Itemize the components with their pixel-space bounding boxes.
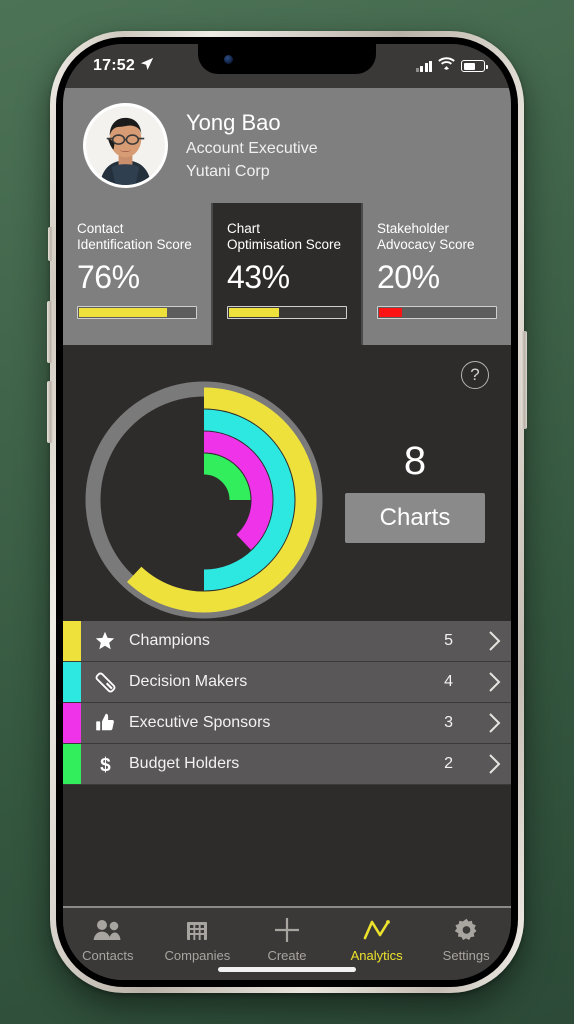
score-card-title-line1: Chart bbox=[227, 221, 261, 236]
list-item-count: 5 bbox=[444, 632, 453, 649]
line-chart-icon bbox=[363, 917, 391, 943]
row-color-swatch bbox=[63, 703, 81, 743]
volume-up-button[interactable] bbox=[47, 301, 53, 363]
score-card-title-line1: Stakeholder bbox=[377, 221, 450, 236]
help-icon[interactable]: ? bbox=[461, 361, 489, 389]
list-item-count: 3 bbox=[444, 714, 453, 731]
tab-label: Companies bbox=[164, 948, 231, 963]
chart-count-block: 8 Charts bbox=[345, 441, 485, 543]
score-card-title: Stakeholder Advocacy Score bbox=[377, 221, 497, 255]
clock-label: 17:52 bbox=[93, 57, 135, 74]
profile-name: Yong Bao bbox=[186, 109, 281, 135]
score-card-title-line2: Optimisation Score bbox=[227, 237, 342, 253]
dollar-icon: $ bbox=[81, 754, 129, 775]
profile-text: Yong Bao Account Executive Yutani Corp bbox=[186, 108, 318, 183]
location-arrow-icon bbox=[140, 57, 154, 76]
list-item[interactable]: Executive Sponsors 3 bbox=[63, 703, 511, 744]
tab-label: Settings bbox=[442, 948, 490, 963]
tab-settings[interactable]: Settings bbox=[421, 917, 511, 963]
score-card-progress-track bbox=[77, 306, 197, 319]
stakeholder-list: Champions 5 Decision Makers 4 Executive … bbox=[63, 621, 511, 785]
score-card-value: 76% bbox=[77, 259, 140, 295]
score-card-stakeholder-advocacy[interactable]: Stakeholder Advocacy Score 20% bbox=[361, 203, 511, 345]
profile-role: Account Executive bbox=[186, 139, 318, 157]
volume-down-button[interactable] bbox=[47, 381, 53, 443]
charts-button[interactable]: Charts bbox=[345, 493, 485, 543]
tab-analytics[interactable]: Analytics bbox=[332, 917, 422, 963]
score-card-progress-fill bbox=[79, 308, 168, 317]
power-button[interactable] bbox=[521, 331, 527, 429]
phone-screen: 17:52 Yong Bao Account Executive Yutani … bbox=[63, 44, 511, 980]
star-icon bbox=[81, 631, 129, 651]
list-item[interactable]: Champions 5 bbox=[63, 621, 511, 662]
list-item[interactable]: $ Budget Holders 2 bbox=[63, 744, 511, 785]
avatar[interactable] bbox=[83, 103, 168, 188]
chevron-right-icon[interactable] bbox=[477, 672, 511, 692]
score-card-title-line2: Identification Score bbox=[77, 237, 192, 253]
row-color-swatch bbox=[63, 744, 81, 784]
score-card-progress-fill bbox=[229, 308, 279, 317]
ring-chart-svg bbox=[85, 381, 323, 619]
chevron-right-icon[interactable] bbox=[477, 631, 511, 651]
front-camera-icon bbox=[224, 55, 233, 64]
status-bar-right bbox=[415, 57, 488, 75]
score-card-title: Contact Identification Score bbox=[77, 221, 197, 255]
gear-icon bbox=[454, 917, 479, 943]
battery-icon bbox=[461, 60, 488, 72]
list-item-label: Budget Holders bbox=[129, 755, 240, 772]
status-bar-left: 17:52 bbox=[93, 57, 154, 76]
score-cards: Contact Identification Score 76% Chart O… bbox=[63, 203, 511, 345]
chevron-right-icon[interactable] bbox=[477, 754, 511, 774]
tab-contacts[interactable]: Contacts bbox=[63, 917, 153, 963]
tab-companies[interactable]: Companies bbox=[153, 917, 243, 963]
tab-label: Analytics bbox=[350, 948, 403, 963]
score-card-title-line1: Contact bbox=[77, 221, 124, 236]
thumbs-up-icon bbox=[81, 713, 129, 733]
tab-label: Contacts bbox=[82, 948, 134, 963]
score-card-contact-identification[interactable]: Contact Identification Score 76% bbox=[63, 203, 211, 345]
score-card-chart-optimisation[interactable]: Chart Optimisation Score 43% bbox=[211, 203, 361, 345]
list-item-count: 4 bbox=[444, 673, 453, 690]
row-color-swatch bbox=[63, 621, 81, 661]
score-card-title: Chart Optimisation Score bbox=[227, 221, 347, 255]
plus-icon bbox=[274, 917, 300, 943]
tab-create[interactable]: Create bbox=[242, 917, 332, 963]
svg-text:$: $ bbox=[100, 755, 111, 775]
score-card-title-line2: Advocacy Score bbox=[377, 237, 475, 253]
list-item-label: Decision Makers bbox=[129, 673, 248, 690]
gem-icon bbox=[81, 672, 129, 693]
profile-header: Yong Bao Account Executive Yutani Corp bbox=[63, 88, 511, 203]
mute-switch[interactable] bbox=[48, 227, 53, 261]
contacts-icon bbox=[93, 917, 123, 943]
help-icon-label: ? bbox=[470, 365, 480, 384]
tab-label: Create bbox=[267, 948, 307, 963]
wifi-icon bbox=[438, 57, 455, 75]
building-icon bbox=[185, 917, 209, 943]
display-notch bbox=[198, 44, 376, 74]
cellular-signal-icon bbox=[415, 60, 432, 72]
list-item-label: Champions bbox=[129, 632, 210, 649]
list-item-label: Executive Sponsors bbox=[129, 714, 271, 731]
score-card-value: 43% bbox=[227, 259, 290, 295]
list-item-count: 2 bbox=[444, 755, 453, 772]
score-card-progress-track bbox=[227, 306, 347, 319]
chevron-right-icon[interactable] bbox=[477, 713, 511, 733]
analytics-panel: ? 8 Charts Champions 5 Decision Makers 4… bbox=[63, 345, 511, 906]
list-item[interactable]: Decision Makers 4 bbox=[63, 662, 511, 703]
score-card-value: 20% bbox=[377, 259, 440, 295]
profile-company: Yutani Corp bbox=[186, 163, 270, 181]
score-card-progress-track bbox=[377, 306, 497, 319]
phone-device: 17:52 Yong Bao Account Executive Yutani … bbox=[47, 31, 527, 993]
multi-ring-radial-chart[interactable] bbox=[85, 381, 323, 619]
score-card-progress-fill bbox=[379, 308, 403, 317]
chart-count-value: 8 bbox=[403, 439, 427, 483]
row-color-swatch bbox=[63, 662, 81, 702]
home-indicator[interactable] bbox=[218, 967, 356, 972]
